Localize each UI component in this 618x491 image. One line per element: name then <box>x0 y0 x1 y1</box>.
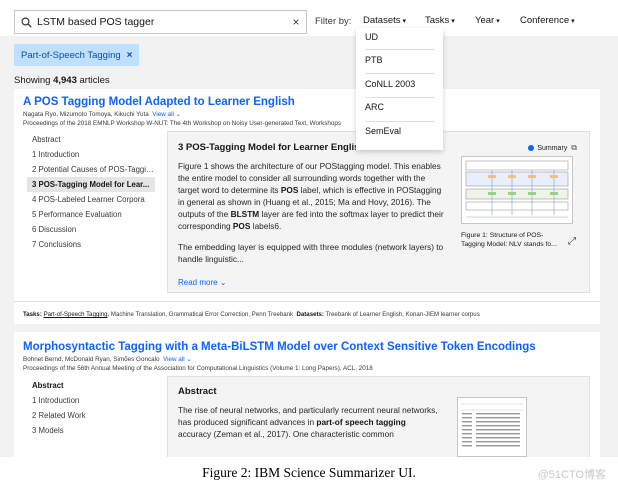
filter-year-button[interactable]: Year ▾ <box>475 15 500 26</box>
article-venue: Proceedings of the 56th Annual Meeting o… <box>23 365 373 372</box>
table-of-contents: Abstract 1 Introduction 2 Potential Caus… <box>27 132 155 252</box>
table-thumbnail[interactable] <box>457 397 527 457</box>
article-authors: Nagata Ryo, Mizumoto Tomoya, Kikuchi Yut… <box>23 111 181 118</box>
toc-item[interactable]: 4 POS-Labeled Learner Corpora <box>27 192 155 207</box>
caret-down-icon: ▾ <box>496 18 500 25</box>
summary-toggle[interactable]: Summary ⧉ <box>528 143 577 153</box>
top-bar: × Filter by: Datasets▾ Tasks▾ Year▾ Conf… <box>0 0 618 36</box>
copy-icon[interactable]: ⧉ <box>571 143 577 153</box>
article-card: A POS Tagging Model Adapted to Learner E… <box>14 89 600 324</box>
expand-icon[interactable]: ⤢ <box>568 236 576 247</box>
search-icon <box>15 16 37 28</box>
toc-item[interactable]: 1 Introduction <box>27 147 155 162</box>
article-authors: Bohnet Bernd, McDonald Ryan, Simões Gonc… <box>23 356 192 363</box>
toc-item[interactable]: 5 Performance Evaluation <box>27 207 155 222</box>
results-count: Showing 4,943 articles <box>14 75 110 86</box>
dropdown-item[interactable]: UD <box>356 25 443 49</box>
remove-chip-icon[interactable]: × <box>127 50 133 61</box>
toc-item[interactable]: 7 Conclusions <box>27 237 155 252</box>
abstract-panel: Abstract The rise of neural networks, an… <box>167 376 590 457</box>
toc-item-active[interactable]: Abstract <box>27 378 155 393</box>
filter-conference-button[interactable]: Conference ▾ <box>520 15 575 26</box>
table-of-contents: Abstract 1 Introduction 2 Related Work 3… <box>27 378 155 438</box>
toc-item-active[interactable]: 3 POS-Tagging Model for Lear... <box>27 177 155 192</box>
toc-item[interactable]: 1 Introduction <box>27 393 155 408</box>
divider <box>14 301 600 302</box>
clear-search-icon[interactable]: × <box>286 15 306 29</box>
view-all-authors-link[interactable]: View all ⌄ <box>152 111 181 118</box>
dropdown-item[interactable]: CoNLL 2003 <box>356 72 443 96</box>
toc-item[interactable]: 6 Discussion <box>27 222 155 237</box>
article-venue: Proceedings of the 2018 EMNLP Workshop W… <box>23 120 342 127</box>
figure-thumbnail[interactable] <box>461 156 573 224</box>
figure-caption-text: Figure 2: IBM Science Summarizer UI. <box>202 465 416 480</box>
article-card: Morphosyntactic Tagging with a Meta-BiLS… <box>14 332 600 457</box>
section-summary-panel: 3 POS-Tagging Model for Learner English … <box>167 131 590 293</box>
section-title: 3 POS-Tagging Model for Learner English <box>178 142 366 153</box>
abstract-title: Abstract <box>178 386 217 397</box>
section-text: Figure 1 shows the architecture of our P… <box>178 161 444 232</box>
section-text-continued: The embedding layer is equipped with thr… <box>178 242 444 265</box>
figure-caption: Figure 1: Structure of POS-Tagging Model… <box>461 232 557 248</box>
caret-down-icon: ▾ <box>451 18 455 25</box>
datasets-dropdown-menu: UD PTB CoNLL 2003 ARC SemEval <box>356 28 443 150</box>
read-more-link[interactable]: Read more ⌄ <box>178 278 227 287</box>
article-title-link[interactable]: Morphosyntactic Tagging with a Meta-BiLS… <box>23 341 536 353</box>
toc-item[interactable]: 3 Models <box>27 423 155 438</box>
task-link[interactable]: Part-of-Speech Tagging <box>44 311 108 318</box>
search-input[interactable] <box>37 16 286 28</box>
filter-by-label: Filter by: <box>315 16 352 27</box>
caret-down-icon: ▾ <box>402 18 407 25</box>
abstract-text: The rise of neural networks, and particu… <box>178 405 438 440</box>
caret-down-icon: ▾ <box>571 18 575 25</box>
toc-item[interactable]: 2 Related Work <box>27 408 155 423</box>
article-title-link[interactable]: A POS Tagging Model Adapted to Learner E… <box>23 96 295 108</box>
dropdown-item[interactable]: PTB <box>356 48 443 72</box>
summary-dot-icon <box>528 145 535 151</box>
toc-item[interactable]: 2 Potential Causes of POS-Tagging... <box>27 162 155 177</box>
active-filter-chip[interactable]: Part-of-Speech Tagging × <box>14 44 140 66</box>
results-area: Part-of-Speech Tagging × Showing 4,943 a… <box>0 36 618 457</box>
search-box[interactable]: × <box>14 10 307 34</box>
dropdown-item[interactable]: ARC <box>356 95 443 119</box>
view-all-authors-link[interactable]: View all ⌄ <box>163 356 192 363</box>
dropdown-item[interactable]: SemEval <box>356 119 443 143</box>
watermark: @51CTO博客 <box>537 469 606 481</box>
tasks-datasets-line: Tasks: Part-of-Speech Tagging, Machine T… <box>23 311 480 318</box>
chip-label: Part-of-Speech Tagging <box>21 49 121 61</box>
toc-item[interactable]: Abstract <box>27 132 155 147</box>
